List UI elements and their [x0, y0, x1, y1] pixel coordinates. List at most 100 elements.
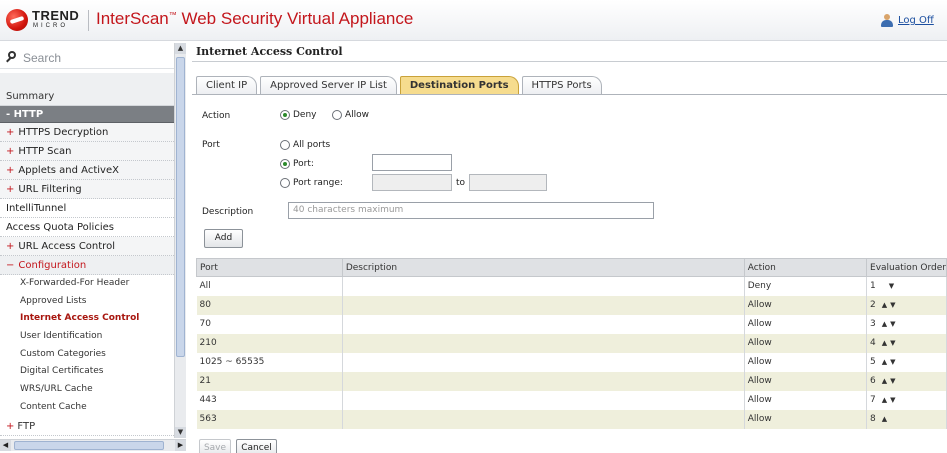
action-deny-radio[interactable]: Deny	[280, 110, 317, 120]
add-button[interactable]: Add	[204, 229, 243, 248]
nav-spacer	[0, 73, 174, 87]
sidebar-item-summary[interactable]: Summary	[0, 87, 174, 106]
move-down-icon[interactable]: ▼	[890, 301, 895, 309]
sidebar-subitem[interactable]: Content Cache	[0, 399, 174, 417]
save-button[interactable]: Save	[199, 439, 231, 453]
sidebar-section-http[interactable]: - HTTP	[0, 106, 174, 123]
sidebar-horizontal-scrollbar[interactable]: ◀ ▶	[0, 439, 186, 451]
move-down-icon[interactable]: ▼	[890, 358, 895, 366]
sidebar-subitem[interactable]: User Identification	[0, 328, 174, 346]
scroll-right-icon[interactable]: ▶	[175, 440, 186, 451]
sidebar-subitem[interactable]: WRS/URL Cache	[0, 381, 174, 399]
description-input[interactable]: 40 characters maximum	[288, 202, 654, 219]
cell-description	[342, 409, 745, 429]
sidebar-item-label: URL Filtering	[18, 184, 82, 195]
table-row[interactable]: 443 Allow 7 ▲ ▼	[196, 390, 947, 410]
sidebar-item[interactable]: IntelliTunnel	[0, 199, 174, 218]
table-row[interactable]: 1025 ~ 65535 Allow 5 ▲ ▼	[196, 352, 947, 372]
scroll-left-icon[interactable]: ◀	[0, 440, 11, 451]
move-up-icon[interactable]: ▲	[882, 377, 887, 385]
move-down-icon[interactable]: ▼	[890, 339, 895, 347]
page-title: Internet Access Control	[196, 45, 343, 58]
sidebar-search[interactable]: Search	[0, 43, 174, 69]
sidebar-item[interactable]: − Configuration	[0, 256, 174, 275]
sidebar-item[interactable]: + URL Filtering	[0, 180, 174, 199]
sidebar-item[interactable]: + Applets and ActiveX	[0, 161, 174, 180]
logoff-link[interactable]: Log Off	[898, 15, 934, 26]
logo-word: TREND	[32, 8, 80, 23]
tab[interactable]: Approved Server IP List	[260, 76, 397, 95]
table-row[interactable]: 21 Allow 6 ▲ ▼	[196, 371, 947, 391]
ftp-label: FTP	[17, 420, 36, 432]
cell-port: 443	[196, 390, 343, 410]
tab[interactable]: Client IP	[196, 76, 258, 95]
cell-order: 5 ▲ ▼	[866, 352, 947, 372]
table-row[interactable]: 210 Allow 4 ▲ ▼	[196, 333, 947, 353]
cell-action: Allow	[744, 295, 868, 315]
move-up-icon[interactable]: ▲	[882, 301, 887, 309]
sidebar-item[interactable]: + URL Access Control	[0, 237, 174, 256]
sidebar-subitem[interactable]: Digital Certificates	[0, 363, 174, 381]
move-down-icon[interactable]: ▼	[890, 320, 895, 328]
logoff-control[interactable]: Log Off	[880, 14, 934, 27]
move-up-icon[interactable]: ▲	[882, 358, 887, 366]
tab[interactable]: Destination Ports	[399, 76, 519, 95]
port-range-end-input[interactable]	[469, 174, 547, 191]
cancel-button[interactable]: Cancel	[236, 439, 277, 453]
radio-port-range-dot[interactable]	[280, 178, 290, 188]
move-up-icon[interactable]: ▲	[882, 320, 887, 328]
scroll-up-icon[interactable]: ▲	[175, 43, 186, 54]
hscroll-thumb[interactable]	[14, 441, 164, 450]
port-input[interactable]	[372, 154, 452, 171]
cell-action: Allow	[744, 314, 868, 334]
sidebar-item[interactable]: + HTTP Scan	[0, 142, 174, 161]
cell-order: 4 ▲ ▼	[866, 333, 947, 353]
sidebar-item[interactable]: Access Quota Policies	[0, 218, 174, 237]
col-header-port[interactable]: Port	[196, 258, 343, 277]
radio-allow-dot[interactable]	[332, 110, 342, 120]
sidebar-subitem[interactable]: Custom Categories	[0, 346, 174, 364]
sidebar-item-label: URL Access Control	[18, 241, 115, 252]
port-range-start-input[interactable]	[372, 174, 452, 191]
sidebar-item[interactable]: + HTTPS Decryption	[0, 123, 174, 142]
move-down-icon[interactable]: ▼	[890, 396, 895, 404]
table-row[interactable]: 70 Allow 3 ▲ ▼	[196, 314, 947, 334]
cell-order: 6 ▲ ▼	[866, 371, 947, 391]
sidebar-item-prefix: +	[6, 184, 15, 195]
col-header-evaluation-order[interactable]: Evaluation Order	[866, 258, 947, 277]
table-row[interactable]: 563 Allow 8 ▲	[196, 409, 947, 429]
cell-port: 80	[196, 295, 343, 315]
scroll-down-icon[interactable]: ▼	[175, 427, 186, 438]
port-range-radio[interactable]: Port range:	[280, 178, 343, 188]
logo-sub: MICRO	[33, 23, 68, 29]
port-all-radio[interactable]: All ports	[280, 140, 330, 150]
col-header-description[interactable]: Description	[341, 258, 745, 277]
table-row[interactable]: All Deny 1 ▼	[196, 276, 947, 296]
table-row[interactable]: 80 Allow 2 ▲ ▼	[196, 295, 947, 315]
cell-port: 563	[196, 409, 343, 429]
radio-deny-dot[interactable]	[280, 110, 290, 120]
scroll-thumb[interactable]	[176, 57, 185, 357]
col-header-action[interactable]: Action	[743, 258, 868, 277]
sidebar-subitem[interactable]: Approved Lists	[0, 293, 174, 311]
port-single-radio[interactable]: Port:	[280, 159, 314, 169]
sidebar-subitem[interactable]: X-Forwarded-For Header	[0, 275, 174, 293]
move-down-icon[interactable]: ▼	[890, 377, 895, 385]
cell-action: Allow	[744, 390, 868, 410]
sidebar-vertical-scrollbar[interactable]: ▲ ▼	[174, 43, 186, 438]
move-down-icon[interactable]: ▼	[889, 282, 894, 290]
move-up-icon[interactable]: ▲	[882, 339, 887, 347]
cell-description	[342, 276, 745, 296]
sidebar-subitem[interactable]: Internet Access Control	[0, 310, 174, 328]
radio-all-ports-dot[interactable]	[280, 140, 290, 150]
sidebar-nav: Summary - HTTP + HTTPS Decryption + HTTP Sc…	[0, 73, 174, 436]
move-up-icon[interactable]: ▲	[882, 396, 887, 404]
move-up-icon[interactable]: ▲	[882, 415, 887, 423]
tab-baseline	[192, 94, 947, 95]
radio-port-dot[interactable]	[280, 159, 290, 169]
deny-label: Deny	[293, 110, 317, 120]
sidebar-item-ftp[interactable]: + FTP	[0, 416, 174, 436]
action-allow-radio[interactable]: Allow	[332, 110, 369, 120]
cell-order: 3 ▲ ▼	[866, 314, 947, 334]
tab[interactable]: HTTPS Ports	[521, 76, 602, 95]
